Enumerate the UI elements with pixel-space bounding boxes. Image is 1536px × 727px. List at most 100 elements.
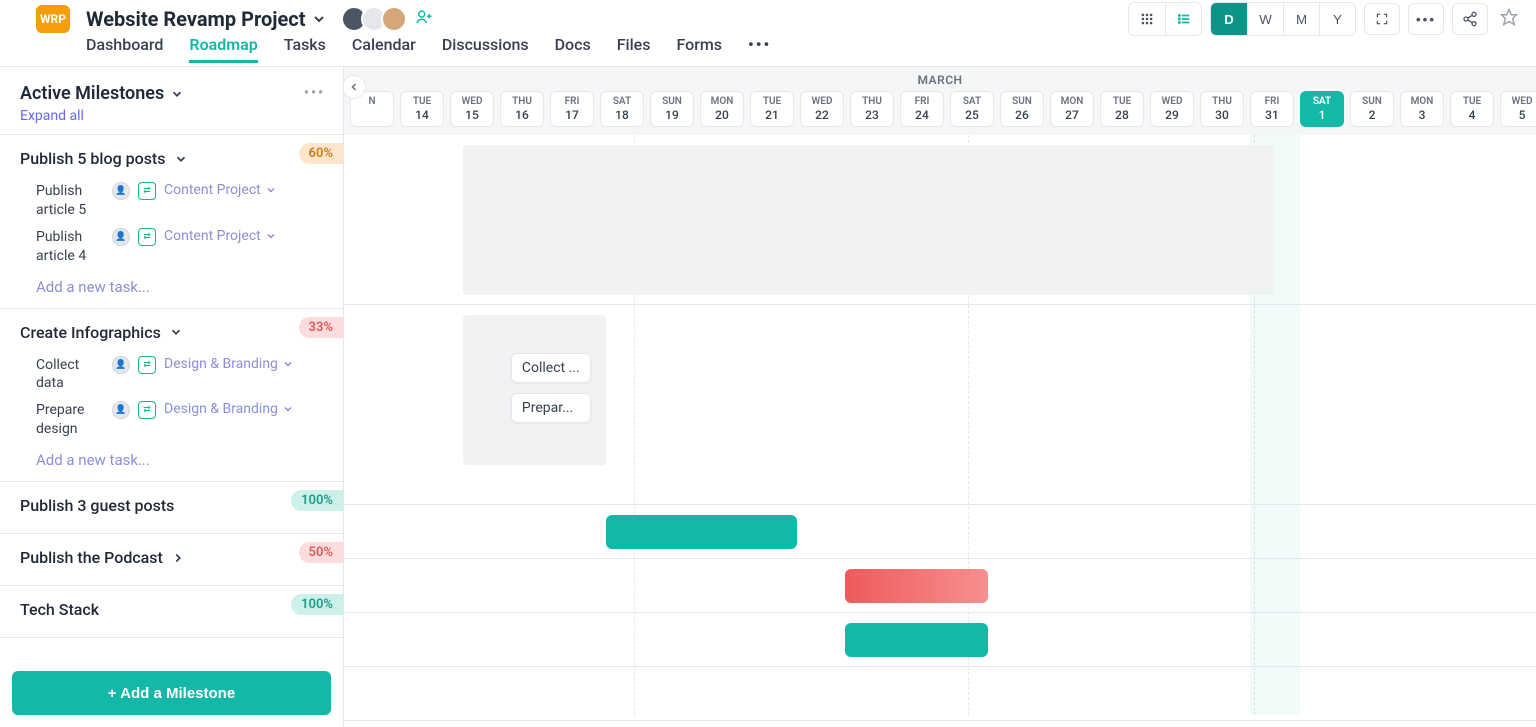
milestone-header[interactable]: Create Infographics — [20, 323, 323, 342]
day-cell[interactable]: SAT1 — [1300, 91, 1344, 127]
task-chip[interactable]: Prepar... — [511, 393, 591, 423]
task-row[interactable]: Publish article 4👤⇄Content Project — [20, 224, 323, 270]
task-chip[interactable]: Collect ... — [511, 353, 591, 383]
milestone-header[interactable]: Publish 3 guest posts — [20, 496, 323, 515]
task-row[interactable]: Collect data👤⇄Design & Branding — [20, 352, 323, 398]
assignee-avatar[interactable]: 👤 — [112, 401, 130, 419]
task-row[interactable]: Prepare design👤⇄Design & Branding — [20, 397, 323, 443]
assignee-avatar[interactable]: 👤 — [112, 182, 130, 200]
sidebar-more-icon[interactable]: ••• — [304, 85, 325, 101]
nav-item-tasks[interactable]: Tasks — [284, 35, 326, 63]
share-icon[interactable]: ⇄ — [138, 356, 156, 374]
share-icon[interactable] — [1452, 3, 1488, 35]
share-icon[interactable]: ⇄ — [138, 182, 156, 200]
project-badge[interactable]: WRP — [36, 5, 70, 33]
avatar-stack[interactable] — [341, 6, 407, 32]
timeline-bar[interactable] — [606, 515, 797, 549]
day-cell[interactable]: SUN19 — [650, 91, 694, 127]
chevron-down-icon[interactable] — [174, 152, 188, 166]
day-cell[interactable]: THU30 — [1200, 91, 1244, 127]
list-view-icon[interactable] — [1165, 3, 1201, 35]
milestone-range[interactable] — [463, 145, 1274, 295]
day-cell[interactable]: FRI17 — [550, 91, 594, 127]
star-icon[interactable] — [1496, 8, 1522, 30]
chevron-down-icon — [265, 184, 277, 196]
day-of-week: WED — [1501, 96, 1536, 107]
add-milestone-button[interactable]: + Add a Milestone — [12, 671, 331, 715]
share-icon[interactable]: ⇄ — [138, 228, 156, 246]
milestone-name: Tech Stack — [20, 600, 99, 619]
day-cell[interactable]: WED22 — [800, 91, 844, 127]
task-project-link[interactable]: Design & Branding — [164, 356, 294, 372]
expand-all-link[interactable]: Expand all — [20, 108, 323, 124]
fullscreen-icon[interactable] — [1364, 3, 1400, 35]
nav-item-files[interactable]: Files — [617, 35, 651, 63]
day-cell[interactable]: THU23 — [850, 91, 894, 127]
add-user-icon[interactable] — [415, 8, 433, 30]
assignee-avatar[interactable]: 👤 — [112, 228, 130, 246]
sidebar-header: Active Milestones Expand all ••• — [0, 67, 343, 135]
timeline-bar[interactable] — [845, 623, 988, 657]
nav-item-roadmap[interactable]: Roadmap — [189, 35, 257, 63]
nav-item-dashboard[interactable]: Dashboard — [86, 35, 163, 63]
chevron-down-icon[interactable] — [170, 87, 184, 101]
sidebar-title[interactable]: Active Milestones — [20, 83, 323, 104]
project-title[interactable]: Website Revamp Project — [86, 7, 327, 31]
day-cell[interactable]: MON3 — [1400, 91, 1444, 127]
day-cell[interactable]: TUE14 — [400, 91, 444, 127]
day-cell[interactable]: WED15 — [450, 91, 494, 127]
day-cell[interactable]: TUE4 — [1450, 91, 1494, 127]
day-cell[interactable]: TUE28 — [1100, 91, 1144, 127]
task-project-link[interactable]: Design & Branding — [164, 401, 294, 417]
milestone-range[interactable] — [463, 315, 606, 465]
milestone-header[interactable]: Tech Stack — [20, 600, 323, 619]
nav-more-icon[interactable]: ••• — [748, 35, 771, 63]
day-cell[interactable]: SUN2 — [1350, 91, 1394, 127]
day-cell[interactable]: FRI31 — [1250, 91, 1294, 127]
day-cell[interactable]: TUE21 — [750, 91, 794, 127]
day-cell[interactable]: MON27 — [1050, 91, 1094, 127]
nav-item-docs[interactable]: Docs — [555, 35, 591, 63]
more-menu-icon[interactable]: ••• — [1408, 3, 1444, 35]
day-cell[interactable]: SAT25 — [950, 91, 994, 127]
assignee-avatar[interactable]: 👤 — [112, 356, 130, 374]
milestone-header[interactable]: Publish the Podcast — [20, 548, 323, 567]
scale-month[interactable]: M — [1283, 3, 1319, 35]
task-row[interactable]: Publish article 5👤⇄Content Project — [20, 178, 323, 224]
day-cell[interactable]: FRI24 — [900, 91, 944, 127]
scale-day[interactable]: D — [1211, 3, 1247, 35]
chevron-right-icon[interactable] — [171, 551, 185, 565]
toolbar-right: D W M Y ••• — [1128, 2, 1536, 36]
grid-view-icon[interactable] — [1129, 3, 1165, 35]
progress-badge: 100% — [291, 594, 343, 615]
day-number: 20 — [701, 108, 743, 122]
day-of-week: SUN — [1001, 96, 1043, 107]
chevron-down-icon[interactable] — [169, 325, 183, 339]
scale-year[interactable]: Y — [1319, 3, 1355, 35]
chevron-down-icon — [282, 358, 294, 370]
day-number: 27 — [1051, 108, 1093, 122]
chevron-down-icon[interactable] — [311, 11, 327, 27]
avatar[interactable] — [381, 6, 407, 32]
day-of-week: MON — [701, 96, 743, 107]
timeline-bar[interactable] — [845, 569, 988, 603]
day-cell[interactable]: WED5 — [1500, 91, 1536, 127]
milestone-header[interactable]: Publish 5 blog posts — [20, 149, 323, 168]
day-cell[interactable]: MON20 — [700, 91, 744, 127]
header-nav: Dashboard Roadmap Tasks Calendar Discussions… — [8, 32, 1536, 66]
day-cell[interactable]: SAT18 — [600, 91, 644, 127]
add-task-link[interactable]: Add a new task... — [20, 443, 323, 471]
add-task-link[interactable]: Add a new task... — [20, 270, 323, 298]
share-icon[interactable]: ⇄ — [138, 401, 156, 419]
day-cell[interactable]: WED29 — [1150, 91, 1194, 127]
day-of-week: WED — [451, 96, 493, 107]
nav-item-calendar[interactable]: Calendar — [352, 35, 416, 63]
task-project-link[interactable]: Content Project — [164, 182, 277, 198]
task-project-link[interactable]: Content Project — [164, 228, 277, 244]
day-cell[interactable]: SUN26 — [1000, 91, 1044, 127]
day-cell[interactable]: THU16 — [500, 91, 544, 127]
timeline-body[interactable]: Collect ... Prepar... — [344, 135, 1536, 715]
scale-week[interactable]: W — [1247, 3, 1283, 35]
nav-item-forms[interactable]: Forms — [676, 35, 722, 63]
nav-item-discussions[interactable]: Discussions — [442, 35, 529, 63]
